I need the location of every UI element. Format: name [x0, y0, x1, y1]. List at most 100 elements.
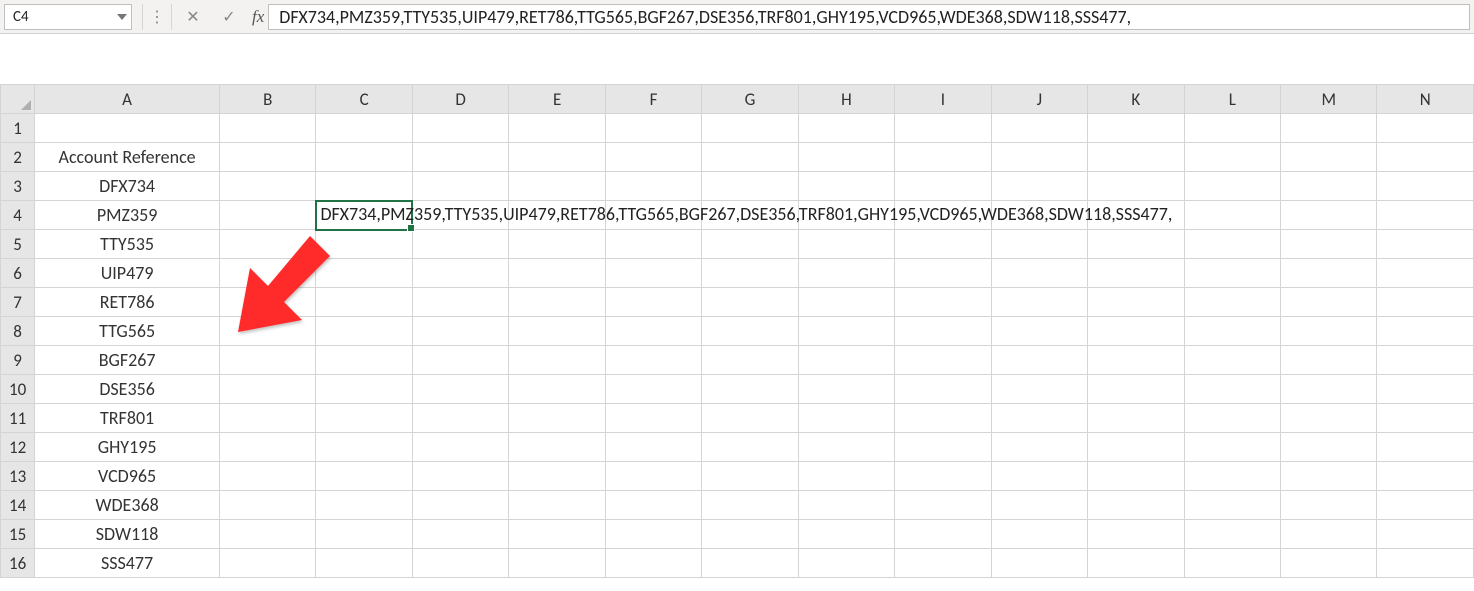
row-header-4[interactable]: 4	[1, 201, 35, 230]
cell-N6[interactable]	[1377, 259, 1474, 288]
cell-J5[interactable]	[991, 230, 1087, 259]
cell-C6[interactable]	[316, 259, 412, 288]
cell-C2[interactable]	[316, 143, 412, 172]
cell-C16[interactable]	[316, 549, 412, 578]
cell-K2[interactable]	[1088, 143, 1184, 172]
row-header-16[interactable]: 16	[1, 549, 35, 578]
cell-D6[interactable]	[412, 259, 508, 288]
cell-G1[interactable]	[702, 114, 798, 143]
cell-G14[interactable]	[702, 491, 798, 520]
cell-E5[interactable]	[509, 230, 605, 259]
cell-J10[interactable]	[991, 375, 1087, 404]
row-header-15[interactable]: 15	[1, 520, 35, 549]
cell-N2[interactable]	[1377, 143, 1474, 172]
cell-G15[interactable]	[702, 520, 798, 549]
cell-M15[interactable]	[1281, 520, 1377, 549]
col-header-J[interactable]: J	[991, 85, 1087, 114]
cell-F3[interactable]	[605, 172, 701, 201]
cell-H4[interactable]	[798, 201, 894, 230]
cell-K10[interactable]	[1088, 375, 1184, 404]
cell-I11[interactable]	[895, 404, 991, 433]
col-header-L[interactable]: L	[1184, 85, 1280, 114]
cell-F7[interactable]	[605, 288, 701, 317]
cell-M12[interactable]	[1281, 433, 1377, 462]
cell-K12[interactable]	[1088, 433, 1184, 462]
cell-L11[interactable]	[1184, 404, 1280, 433]
cell-I5[interactable]	[895, 230, 991, 259]
row-header-14[interactable]: 14	[1, 491, 35, 520]
cell-M4[interactable]	[1281, 201, 1377, 230]
cell-M16[interactable]	[1281, 549, 1377, 578]
formula-input[interactable]: DFX734,PMZ359,TTY535,UIP479,RET786,TTG56…	[268, 4, 1470, 30]
cell-I10[interactable]	[895, 375, 991, 404]
cell-J2[interactable]	[991, 143, 1087, 172]
cell-B9[interactable]	[220, 346, 316, 375]
col-header-G[interactable]: G	[702, 85, 798, 114]
cell-I14[interactable]	[895, 491, 991, 520]
cell-A7[interactable]: RET786	[35, 288, 220, 317]
cell-I15[interactable]	[895, 520, 991, 549]
cell-B15[interactable]	[220, 520, 316, 549]
cell-J1[interactable]	[991, 114, 1087, 143]
cell-A14[interactable]: WDE368	[35, 491, 220, 520]
cell-C1[interactable]	[316, 114, 412, 143]
cell-A10[interactable]: DSE356	[35, 375, 220, 404]
cell-C12[interactable]	[316, 433, 412, 462]
cell-A3[interactable]: DFX734	[35, 172, 220, 201]
cell-D14[interactable]	[412, 491, 508, 520]
cell-L12[interactable]	[1184, 433, 1280, 462]
cell-G10[interactable]	[702, 375, 798, 404]
cell-L15[interactable]	[1184, 520, 1280, 549]
cell-E4[interactable]	[509, 201, 605, 230]
cell-B3[interactable]	[220, 172, 316, 201]
cell-C8[interactable]	[316, 317, 412, 346]
cell-M5[interactable]	[1281, 230, 1377, 259]
cell-K5[interactable]	[1088, 230, 1184, 259]
cell-D16[interactable]	[412, 549, 508, 578]
cell-D5[interactable]	[412, 230, 508, 259]
cell-F10[interactable]	[605, 375, 701, 404]
cell-D9[interactable]	[412, 346, 508, 375]
cell-N7[interactable]	[1377, 288, 1474, 317]
row-header-9[interactable]: 9	[1, 346, 35, 375]
cell-N9[interactable]	[1377, 346, 1474, 375]
cell-L13[interactable]	[1184, 462, 1280, 491]
cell-E7[interactable]	[509, 288, 605, 317]
cell-L9[interactable]	[1184, 346, 1280, 375]
row-header-11[interactable]: 11	[1, 404, 35, 433]
cell-F1[interactable]	[605, 114, 701, 143]
col-header-D[interactable]: D	[412, 85, 508, 114]
cell-G5[interactable]	[702, 230, 798, 259]
cell-L10[interactable]	[1184, 375, 1280, 404]
spreadsheet-grid[interactable]: A B C D E F G H I J K L M N 1	[0, 84, 1474, 578]
cell-F5[interactable]	[605, 230, 701, 259]
cell-M1[interactable]	[1281, 114, 1377, 143]
cell-J4[interactable]	[991, 201, 1087, 230]
cell-J12[interactable]	[991, 433, 1087, 462]
cell-C4[interactable]: DFX734,PMZ359,TTY535,UIP479,RET786,TTG56…	[316, 201, 412, 230]
cell-M10[interactable]	[1281, 375, 1377, 404]
cell-A5[interactable]: TTY535	[35, 230, 220, 259]
cell-I9[interactable]	[895, 346, 991, 375]
cell-C7[interactable]	[316, 288, 412, 317]
cell-B16[interactable]	[220, 549, 316, 578]
cell-E3[interactable]	[509, 172, 605, 201]
cell-D7[interactable]	[412, 288, 508, 317]
cell-G11[interactable]	[702, 404, 798, 433]
cell-L6[interactable]	[1184, 259, 1280, 288]
cell-J9[interactable]	[991, 346, 1087, 375]
cell-I16[interactable]	[895, 549, 991, 578]
cell-D12[interactable]	[412, 433, 508, 462]
cell-G4[interactable]	[702, 201, 798, 230]
cell-H2[interactable]	[798, 143, 894, 172]
row-header-1[interactable]: 1	[1, 114, 35, 143]
cell-J16[interactable]	[991, 549, 1087, 578]
cell-E6[interactable]	[509, 259, 605, 288]
cell-I6[interactable]	[895, 259, 991, 288]
cell-N10[interactable]	[1377, 375, 1474, 404]
cell-C14[interactable]	[316, 491, 412, 520]
cell-J6[interactable]	[991, 259, 1087, 288]
cell-B4[interactable]	[220, 201, 316, 230]
cell-H10[interactable]	[798, 375, 894, 404]
cell-K6[interactable]	[1088, 259, 1184, 288]
